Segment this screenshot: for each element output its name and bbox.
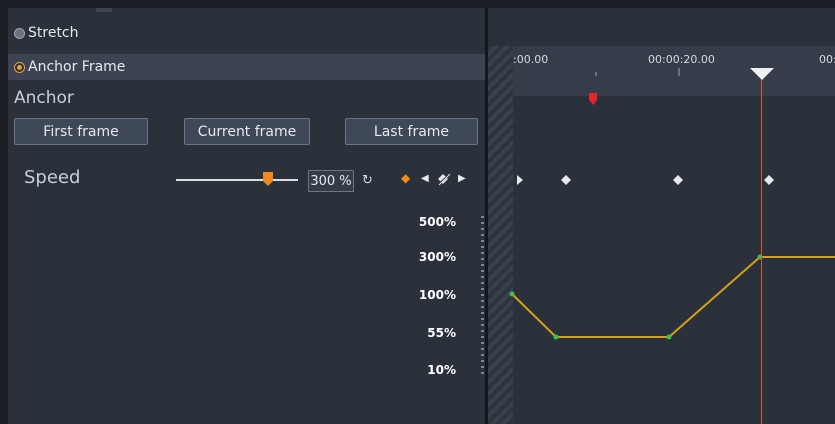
playhead-line[interactable] [761,72,762,424]
y-label-300: 300% [418,250,456,264]
keyframe-marker [673,175,683,185]
speed-label: Speed [24,167,81,188]
time-label-start: :00.00 [513,53,549,66]
y-label-10: 10% [427,363,456,377]
speed-slider-track[interactable] [176,179,298,181]
anchor-marker-icon[interactable] [588,93,598,105]
speed-curve[interactable] [488,238,835,358]
remove-keyframe-icon[interactable] [436,172,452,186]
current-frame-button[interactable]: Current frame [184,118,310,145]
time-label-next: 00:0 [819,53,835,66]
timeline-area[interactable]: :00.00 00:00:20.00 00:0 [488,8,835,424]
keyframe-marker [561,175,571,185]
stretch-label: Stretch [28,25,79,41]
last-frame-button[interactable]: Last frame [345,118,478,145]
speed-slider-thumb[interactable] [263,172,273,186]
anchor-frame-label: Anchor Frame [28,59,126,75]
stretch-option[interactable]: Stretch [8,20,486,46]
anchor-heading: Anchor [14,88,74,108]
first-frame-button[interactable]: First frame [14,118,148,145]
stretch-radio[interactable] [14,27,25,39]
speed-value-field[interactable]: 300 % [308,170,354,192]
triangle-left-icon[interactable]: ◀ [421,173,429,184]
speed-panel: Stretch Anchor Frame Anchor First frame … [8,8,835,424]
triangle-right-icon[interactable]: ▶ [458,173,466,184]
keyframe-marker [764,175,774,185]
anchor-frame-radio[interactable] [14,61,25,73]
y-label-55: 55% [427,326,456,340]
y-label-500: 500% [418,215,456,229]
out-of-range-hatch [488,46,513,424]
keyframe-start-marker [517,175,523,185]
curve-point [666,334,672,340]
diamond-icon[interactable]: ◆ [401,171,410,185]
curve-point [509,291,515,297]
curve-point [553,334,559,340]
strip-tab [96,8,112,12]
keyframe-track[interactable] [488,168,835,192]
y-label-100: 100% [418,288,456,302]
reset-icon[interactable]: ↻ [362,173,373,188]
time-label-20s: 00:00:20.00 [648,53,715,66]
graph-ruler [481,216,484,374]
playhead-icon[interactable] [750,68,774,80]
